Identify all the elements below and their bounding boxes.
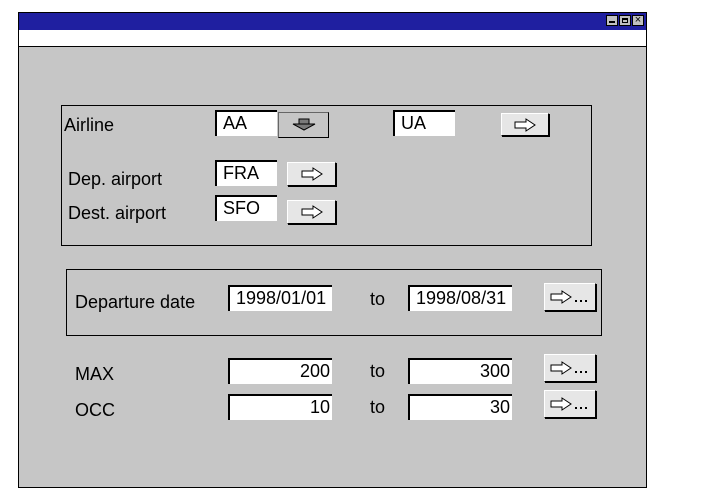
close-icon: ×: [634, 14, 642, 26]
minimize-button[interactable]: [606, 15, 618, 26]
maximize-button[interactable]: [619, 15, 631, 26]
arrow-right-icon: [301, 205, 323, 219]
menu-bar: [19, 30, 646, 47]
max-label: MAX: [75, 364, 115, 384]
arrow-right-ellipsis-icon: [550, 361, 587, 375]
max-to-field[interactable]: 300: [408, 358, 512, 384]
departure-date-to-field[interactable]: 1998/08/31: [408, 285, 512, 311]
close-button[interactable]: ×: [632, 14, 644, 26]
arrow-right-icon: [301, 167, 323, 181]
departure-date-from-field[interactable]: 1998/01/01: [228, 285, 332, 311]
airline-to-field[interactable]: UA: [393, 110, 455, 136]
max-to-label: to: [370, 361, 386, 381]
arrow-right-ellipsis-icon: [550, 290, 587, 304]
departure-date-multiple-selection-button[interactable]: [544, 283, 596, 311]
departure-date-to-label: to: [370, 289, 386, 309]
airline-range-button[interactable]: [278, 112, 329, 138]
airline-from-field[interactable]: AA: [215, 110, 277, 136]
arrow-right-icon: [514, 117, 536, 132]
occ-to-label: to: [370, 397, 386, 417]
title-bar: ×: [19, 13, 646, 30]
occ-label: OCC: [75, 400, 115, 420]
max-multiple-selection-button[interactable]: [544, 354, 596, 382]
dest-airport-selection-button[interactable]: [287, 200, 336, 224]
airline-label: Airline: [64, 115, 115, 135]
departure-date-label: Departure date: [75, 292, 196, 312]
arrow-down-icon: [292, 118, 315, 131]
max-from-field[interactable]: 200: [228, 358, 332, 384]
dep-airport-field[interactable]: FRA: [215, 160, 277, 186]
airline-to-selection-button[interactable]: [501, 113, 549, 136]
dest-airport-label: Dest. airport: [68, 203, 167, 223]
sap-window: × Airline AA UA Dep. airport FRA Dest. a…: [18, 12, 647, 488]
occ-multiple-selection-button[interactable]: [544, 390, 596, 418]
dep-airport-selection-button[interactable]: [287, 162, 336, 186]
occ-from-field[interactable]: 10: [228, 394, 332, 420]
dep-airport-label: Dep. airport: [68, 169, 163, 189]
occ-to-field[interactable]: 30: [408, 394, 512, 420]
arrow-right-ellipsis-icon: [550, 397, 587, 411]
window-controls: ×: [606, 14, 644, 26]
dest-airport-field[interactable]: SFO: [215, 195, 277, 221]
